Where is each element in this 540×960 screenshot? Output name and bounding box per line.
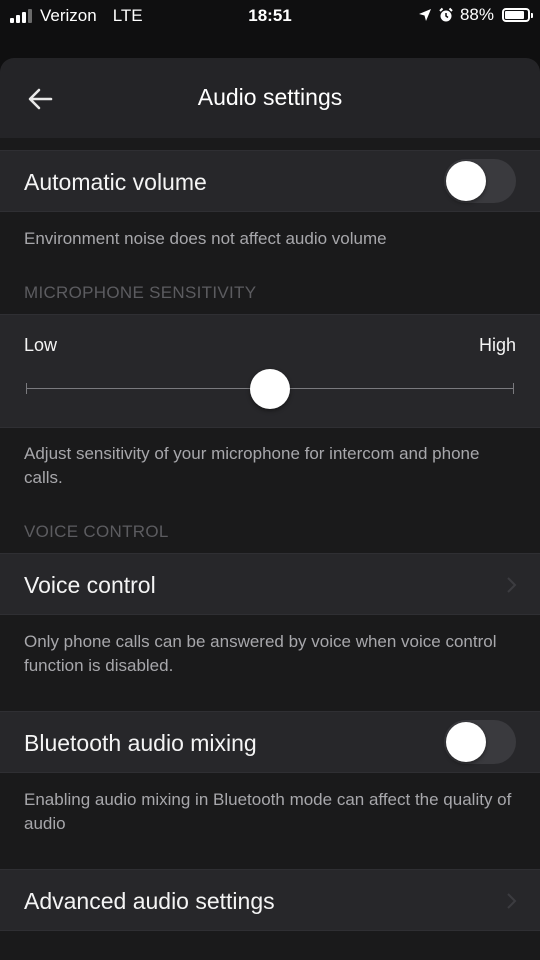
automatic-volume-label: Automatic volume [24, 169, 207, 195]
audio-settings-sheet: Audio settings Automatic volume Environm… [0, 58, 540, 960]
arrow-left-icon [28, 88, 53, 110]
microphone-sensitivity-slider[interactable] [26, 369, 514, 409]
slider-high-label: High [478, 335, 516, 355]
automatic-volume-row: Automatic volume [0, 150, 540, 212]
chevron-right-icon [507, 577, 517, 593]
microphone-description: Adjust sensitivity of your microphone fo… [24, 444, 480, 487]
toggle-knob [446, 722, 486, 762]
back-button[interactable] [24, 82, 58, 116]
microphone-section-header: MICROPHONE SENSITIVITY [24, 283, 257, 302]
slider-thumb[interactable] [250, 369, 290, 409]
battery-percent: 88% [459, 5, 494, 24]
bluetooth-audio-mixing-label: Bluetooth audio mixing [24, 730, 257, 756]
slider-low-label: Low [24, 335, 58, 355]
battery-icon [502, 8, 533, 22]
status-bar: Verizon LTE 18:51 88% [0, 0, 540, 32]
automatic-volume-toggle[interactable] [444, 159, 516, 203]
voice-section-header: VOICE CONTROL [24, 522, 169, 541]
status-left: Verizon LTE [10, 6, 143, 26]
microphone-sensitivity-row: Low High [0, 314, 540, 428]
header: Audio settings [0, 58, 540, 138]
location-arrow-icon [418, 9, 431, 21]
automatic-volume-description: Environment noise does not affect audio … [24, 229, 387, 248]
status-right: 88% [418, 5, 533, 25]
voice-control-row[interactable]: Voice control [0, 553, 540, 615]
bluetooth-audio-mixing-row: Bluetooth audio mixing [0, 711, 540, 773]
network-type: LTE [112, 6, 143, 25]
bluetooth-audio-mixing-toggle[interactable] [444, 720, 516, 764]
voice-control-description: Only phone calls can be answered by voic… [24, 632, 497, 675]
bluetooth-description: Enabling audio mixing in Bluetooth mode … [24, 790, 512, 833]
slider-max-tick [513, 383, 514, 394]
carrier-name: Verizon [40, 6, 97, 25]
page-title: Audio settings [197, 84, 343, 110]
slider-min-tick [26, 383, 27, 394]
signal-strength-icon [10, 9, 32, 23]
voice-control-label: Voice control [24, 572, 156, 598]
alarm-icon [439, 7, 453, 22]
chevron-right-icon [507, 893, 517, 909]
toggle-knob [446, 161, 486, 201]
advanced-audio-settings-label: Advanced audio settings [24, 888, 275, 914]
advanced-audio-settings-row[interactable]: Advanced audio settings [0, 869, 540, 931]
